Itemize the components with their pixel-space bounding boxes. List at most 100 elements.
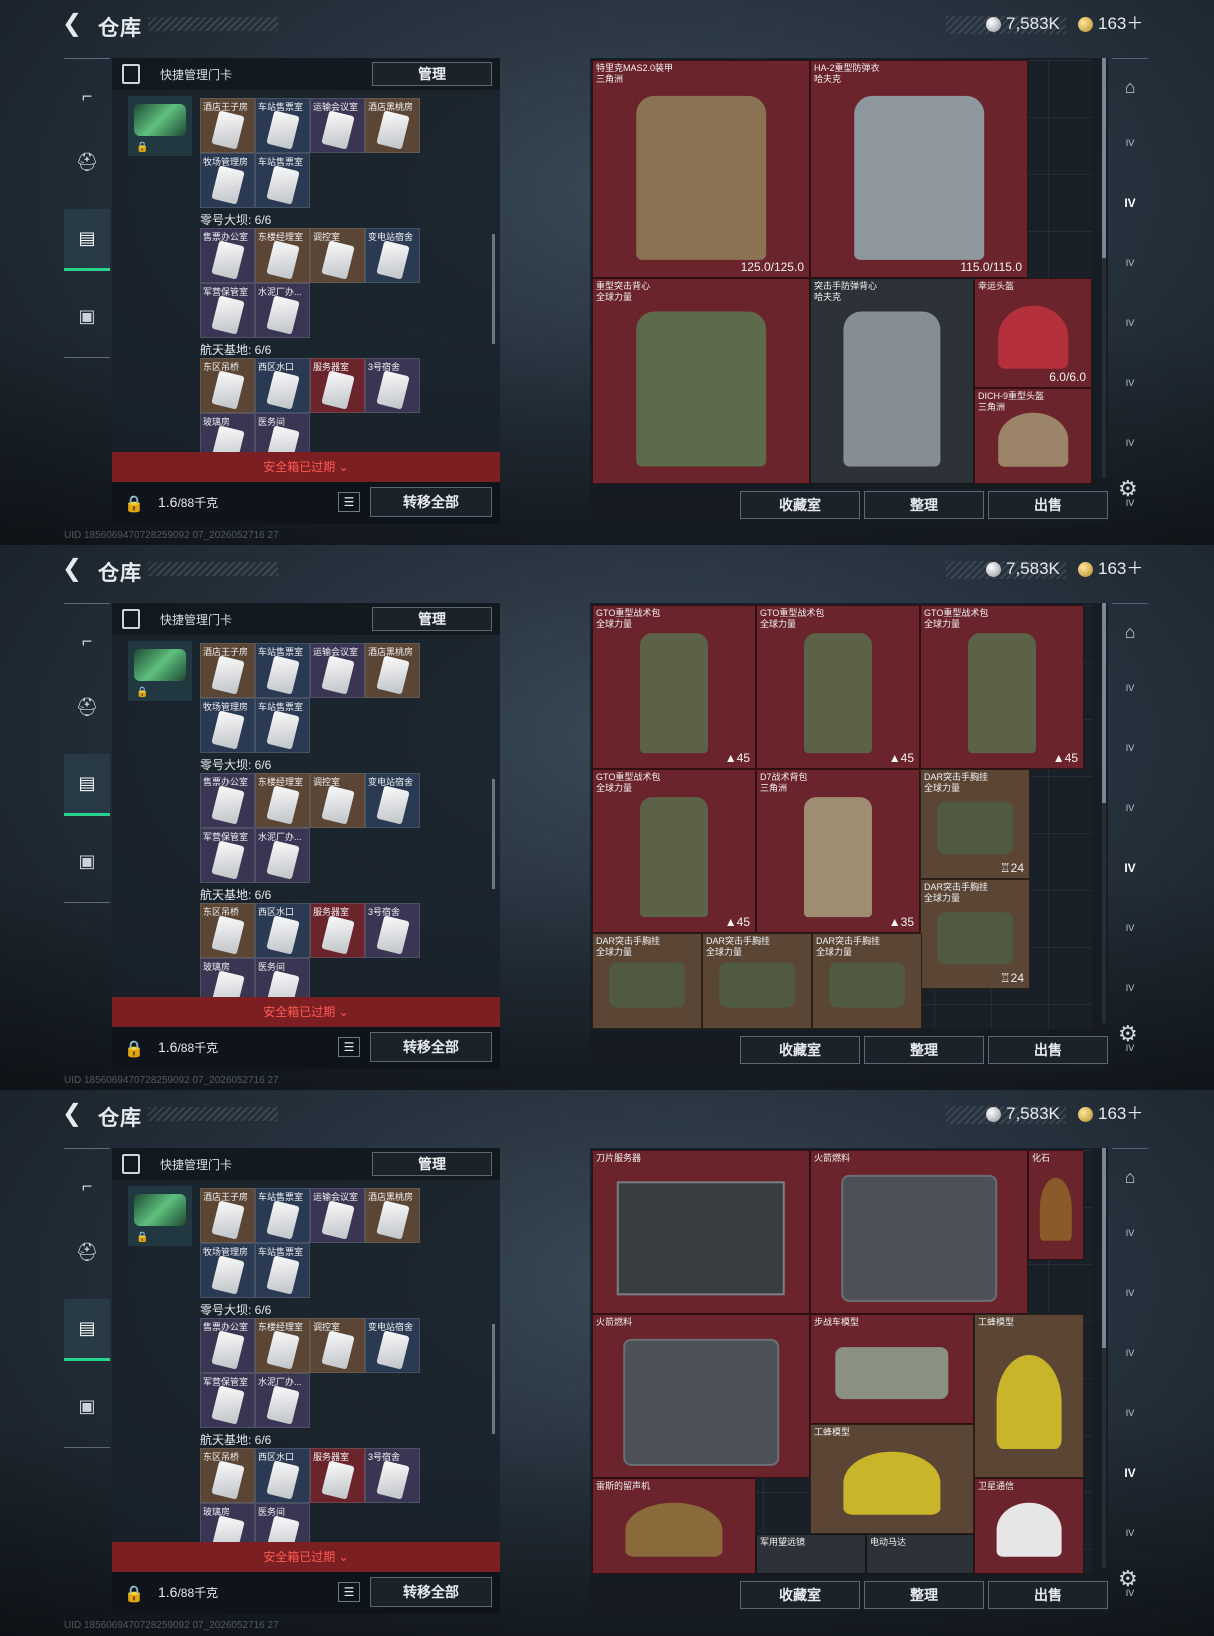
keycard-slot[interactable]: 东区吊桥 bbox=[200, 1448, 255, 1503]
keycard-slot[interactable]: 牧场管理房 bbox=[200, 153, 255, 208]
keycard-slot[interactable]: 运输会议室 bbox=[310, 98, 365, 153]
currency-gold[interactable]: 163＋ bbox=[1078, 14, 1143, 34]
currency-gold[interactable]: 163＋ bbox=[1078, 1104, 1143, 1124]
keycard-slot[interactable]: 酒店黑桃房 bbox=[365, 98, 420, 153]
safe-box-expired-banner[interactable]: 安全箱已过期 ⌄ bbox=[112, 997, 500, 1027]
organize-button[interactable]: 整理 bbox=[864, 1581, 984, 1609]
list-icon[interactable]: ☰ bbox=[338, 1037, 360, 1057]
keycard-slot[interactable]: 酒店王子房 bbox=[200, 98, 255, 153]
organize-button[interactable]: 整理 bbox=[864, 491, 984, 519]
keycard-slot[interactable]: 酒店黑桃房 bbox=[365, 1188, 420, 1243]
storage-page-tab[interactable]: IV bbox=[1114, 423, 1146, 463]
keycard-slot[interactable]: 军营保管室 bbox=[200, 1373, 255, 1428]
storage-item[interactable]: 重型突击背心 全球力量 bbox=[592, 278, 810, 484]
back-icon[interactable]: ❮ bbox=[62, 1102, 82, 1126]
keycard-slot[interactable]: 变电站宿舍 bbox=[365, 1318, 420, 1373]
keycard-slot[interactable]: 车站售票室 bbox=[255, 643, 310, 698]
storage-scrollbar[interactable] bbox=[1102, 58, 1106, 478]
storage-item[interactable]: DAR突击手胸挂 全球力量 ♖24 bbox=[920, 879, 1030, 989]
manage-button[interactable]: 管理 bbox=[372, 607, 492, 631]
safe-box-expired-banner[interactable]: 安全箱已过期 ⌄ bbox=[112, 452, 500, 482]
storage-item[interactable]: 火箭燃料 bbox=[810, 1150, 1028, 1314]
gun-icon[interactable]: ⌐ bbox=[64, 610, 110, 672]
currency-gold[interactable]: 163＋ bbox=[1078, 559, 1143, 579]
storage-item[interactable]: 幸运头盔 6.0/6.0 bbox=[974, 278, 1092, 388]
storage-home-icon[interactable]: ⌂ bbox=[1114, 612, 1146, 652]
keycard-slot[interactable]: 服务器室 bbox=[310, 903, 365, 958]
keycard-slot[interactable]: 东楼经理室 bbox=[255, 228, 310, 283]
storage-page-tab[interactable]: IV bbox=[1114, 1213, 1146, 1253]
keycard-slot[interactable]: 西区水口 bbox=[255, 358, 310, 413]
briefcase-icon[interactable]: ▣ bbox=[64, 285, 110, 347]
storage-item[interactable]: 火箭燃料 bbox=[592, 1314, 810, 1478]
keycard-slot[interactable]: 酒店王子房 bbox=[200, 1188, 255, 1243]
keycard-scrollbar[interactable] bbox=[492, 234, 495, 344]
manage-button[interactable]: 管理 bbox=[372, 62, 492, 86]
keycard-slot[interactable]: 军营保管室 bbox=[200, 283, 255, 338]
helmet-icon[interactable]: ⛑ bbox=[64, 1221, 110, 1283]
storage-item[interactable]: DICH-9重型头盔 三角洲 bbox=[974, 388, 1092, 484]
storage-scrollbar[interactable] bbox=[1102, 603, 1106, 1023]
storage-page-tab[interactable]: IV bbox=[1114, 303, 1146, 343]
gear-icon[interactable]: ⚙ bbox=[1118, 1566, 1138, 1592]
storage-scroll-thumb[interactable] bbox=[1102, 603, 1106, 803]
sell-button[interactable]: 出售 bbox=[988, 1581, 1108, 1609]
storage-item[interactable]: 工蜂模型 bbox=[974, 1314, 1084, 1478]
keycard-slot[interactable]: 西区水口 bbox=[255, 903, 310, 958]
keycard-slot[interactable]: 车站售票室 bbox=[255, 98, 310, 153]
keycard-slot[interactable]: 服务器室 bbox=[310, 1448, 365, 1503]
back-icon[interactable]: ❮ bbox=[62, 557, 82, 581]
storage-item[interactable]: GTO重型战术包 全球力量 ▲45 bbox=[592, 769, 756, 933]
storage-item[interactable]: DAR突击手胸挂 全球力量 bbox=[592, 933, 702, 1029]
keycard-slot[interactable]: 酒店王子房 bbox=[200, 643, 255, 698]
briefcase-icon[interactable]: ▣ bbox=[64, 830, 110, 892]
storage-item[interactable]: 特里克MAS2.0装甲 三角洲 125.0/125.0 bbox=[592, 60, 810, 278]
storage-item[interactable]: 工蜂模型 bbox=[810, 1424, 974, 1534]
sell-button[interactable]: 出售 bbox=[988, 1036, 1108, 1064]
keycard-slot[interactable]: 售票办公室 bbox=[200, 773, 255, 828]
keycard-slot[interactable]: 调控室 bbox=[310, 1318, 365, 1373]
transfer-all-button[interactable]: 转移全部 bbox=[370, 1032, 492, 1062]
storage-item[interactable]: GTO重型战术包 全球力量 ▲45 bbox=[920, 605, 1084, 769]
storage-item[interactable]: 突击手防弹背心 哈夫克 bbox=[810, 278, 974, 484]
keycard-slot[interactable]: 售票办公室 bbox=[200, 1318, 255, 1373]
list-icon[interactable]: ☰ bbox=[338, 492, 360, 512]
helmet-icon[interactable]: ⛑ bbox=[64, 676, 110, 738]
transfer-all-button[interactable]: 转移全部 bbox=[370, 487, 492, 517]
organize-button[interactable]: 整理 bbox=[864, 1036, 984, 1064]
keycard-slot[interactable]: 东楼经理室 bbox=[255, 1318, 310, 1373]
keycard-slot[interactable]: 3号宿舍 bbox=[365, 1448, 420, 1503]
card-icon[interactable]: ▤ bbox=[64, 209, 110, 271]
keycard-slot[interactable]: 牧场管理房 bbox=[200, 698, 255, 753]
storage-item[interactable]: DAR突击手胸挂 全球力量 ♖24 bbox=[920, 769, 1030, 879]
keycard-slot[interactable]: 调控室 bbox=[310, 228, 365, 283]
storage-page-tab[interactable]: IV bbox=[1114, 1273, 1146, 1313]
keycard-slot[interactable]: 3号宿舍 bbox=[365, 358, 420, 413]
collection-room-button[interactable]: 收藏室 bbox=[740, 491, 860, 519]
keycard-slot[interactable]: 东区吊桥 bbox=[200, 358, 255, 413]
storage-item[interactable]: 卫星通信 bbox=[974, 1478, 1084, 1574]
keycard-slot[interactable]: 变电站宿舍 bbox=[365, 228, 420, 283]
list-icon[interactable]: ☰ bbox=[338, 1582, 360, 1602]
collection-room-button[interactable]: 收藏室 bbox=[740, 1581, 860, 1609]
safe-box-expired-banner[interactable]: 安全箱已过期 ⌄ bbox=[112, 1542, 500, 1572]
keycard-slot[interactable]: 军营保管室 bbox=[200, 828, 255, 883]
storage-item[interactable]: 步战车模型 bbox=[810, 1314, 974, 1424]
storage-item[interactable]: 化石 bbox=[1028, 1150, 1084, 1260]
keycard-slot[interactable]: 水泥厂办... bbox=[255, 828, 310, 883]
keycard-slot[interactable]: 玻璃房 bbox=[200, 1503, 255, 1544]
helmet-icon[interactable]: ⛑ bbox=[64, 131, 110, 193]
keycard-slot[interactable]: 车站售票室 bbox=[255, 153, 310, 208]
keycard-slot[interactable]: 运输会议室 bbox=[310, 1188, 365, 1243]
keycard-slot[interactable]: 牧场管理房 bbox=[200, 1243, 255, 1298]
transfer-all-button[interactable]: 转移全部 bbox=[370, 1577, 492, 1607]
storage-page-tab[interactable]: IV bbox=[1114, 183, 1146, 223]
storage-item[interactable]: GTO重型战术包 全球力量 ▲45 bbox=[756, 605, 920, 769]
storage-page-tab[interactable]: IV bbox=[1114, 908, 1146, 948]
keycard-slot[interactable]: 酒店黑桃房 bbox=[365, 643, 420, 698]
keycard-scrollbar[interactable] bbox=[492, 779, 495, 889]
keycard-slot[interactable]: 医务间 bbox=[255, 1503, 310, 1544]
storage-page-tab[interactable]: IV bbox=[1114, 848, 1146, 888]
storage-item[interactable]: DAR突击手胸挂 全球力量 bbox=[812, 933, 922, 1029]
keycard-case-slot[interactable]: 🔒 bbox=[128, 96, 192, 156]
